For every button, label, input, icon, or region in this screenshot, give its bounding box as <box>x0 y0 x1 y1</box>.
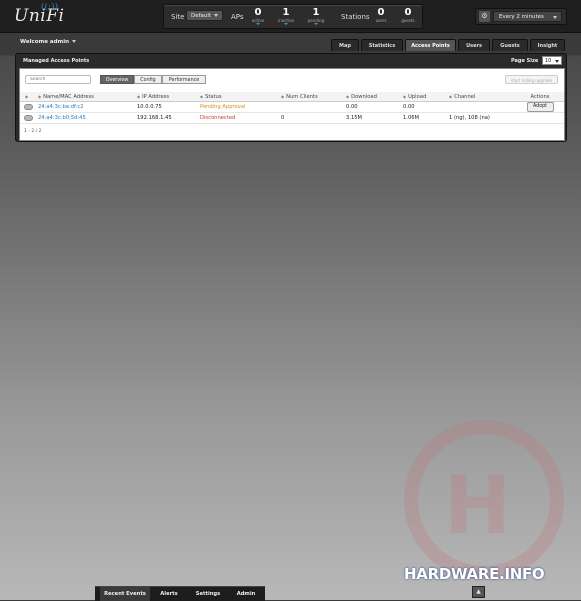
sort-icon: ◆ <box>449 93 453 99</box>
site-label: Site <box>171 13 185 21</box>
tab-recent-events[interactable]: Recent Events <box>100 587 150 601</box>
start-rolling-upgrade-button[interactable]: start rolling upgrade <box>505 75 558 84</box>
tab-admin[interactable]: Admin <box>230 587 262 601</box>
ap-channel <box>449 101 516 113</box>
ap-download: 3.15M <box>346 112 403 124</box>
access-point-icon <box>24 103 33 110</box>
managed-access-points-panel: Managed Access Points Page Size 10 Overv… <box>15 53 567 142</box>
watermark-logo: H <box>404 420 564 580</box>
column-header-name[interactable]: ◆ Name/MAC Address <box>38 92 137 102</box>
search-input[interactable] <box>25 75 91 84</box>
watermark-letter: H <box>444 459 511 552</box>
sort-icon: ◆ <box>25 93 29 99</box>
ap-actions <box>516 112 564 124</box>
tab-map[interactable]: Map <box>331 39 359 51</box>
ap-clients <box>281 101 346 113</box>
aps-pending[interactable]: 1 pending <box>303 7 329 25</box>
aps-active[interactable]: 0 active <box>245 7 271 25</box>
sort-icon: ◆ <box>200 93 204 99</box>
tab-statistics[interactable]: Statistics <box>361 39 403 51</box>
tab-settings[interactable]: Settings <box>188 587 228 601</box>
chevron-down-icon <box>214 14 219 17</box>
ap-upload: 0.00 <box>403 101 449 113</box>
ap-clients: 0 <box>281 112 346 124</box>
column-header-channel[interactable]: ◆ Channel <box>449 92 516 102</box>
ap-table-container: Overview Config Performance start rollin… <box>19 68 565 141</box>
ap-channel: 1 (ng), 108 (na) <box>449 112 516 124</box>
gear-icon[interactable]: ⚙ <box>479 11 490 22</box>
tab-performance[interactable]: Performance <box>162 75 206 84</box>
table-row[interactable]: 24:a4:3c:b0:5d:45 192.168.1.45 Disconnec… <box>20 112 564 124</box>
status-badge: Disconnected <box>200 115 236 121</box>
ap-name-link[interactable]: 24:a4:3c:b0:5d:45 <box>38 115 86 121</box>
column-header-ip[interactable]: ◆ IP Address <box>137 92 200 102</box>
expand-up-icon[interactable]: ▲ <box>472 586 485 598</box>
column-header-status[interactable]: ◆ Status <box>200 92 281 102</box>
column-header-num-clients[interactable]: ◆ Num Clients <box>281 92 346 102</box>
table-header: ◆ ◆ Name/MAC Address ◆ IP Address ◆ Status … <box>20 92 564 102</box>
tab-alerts[interactable]: Alerts <box>152 587 186 601</box>
aps-label: APs <box>231 13 244 21</box>
ap-table: ◆ ◆ Name/MAC Address ◆ IP Address ◆ Status … <box>20 92 564 124</box>
aps-inactive[interactable]: 1 inactive <box>273 7 299 25</box>
refresh-control: ⚙ Every 2 minutes <box>475 8 567 25</box>
stations-guests[interactable]: 0 guests <box>395 7 421 23</box>
ap-ip: 192.168.1.45 <box>137 112 200 124</box>
hardware-info-logo: HARDWARE.INFO <box>404 565 545 583</box>
top-bar: UniFi ((·)) Site Default APs 0 active 1 … <box>0 0 581 33</box>
stations-users[interactable]: 0 users <box>368 7 394 23</box>
ap-download: 0.00 <box>346 101 403 113</box>
refresh-interval-select[interactable]: Every 2 minutes <box>493 11 562 22</box>
ap-upload: 1.06M <box>403 112 449 124</box>
tab-config[interactable]: Config <box>134 75 162 84</box>
sort-icon: ◆ <box>403 93 407 99</box>
tab-users[interactable]: Users <box>458 39 490 51</box>
welcome-menu[interactable]: Welcome admin <box>20 39 77 45</box>
sort-icon: ◆ <box>346 93 350 99</box>
column-header-upload[interactable]: ◆ Upload <box>403 92 449 102</box>
chevron-down-icon <box>72 40 77 43</box>
wifi-icon: ((·)) <box>41 2 59 11</box>
tab-access-points[interactable]: Access Points <box>405 39 456 51</box>
site-select[interactable]: Default <box>186 10 223 21</box>
column-header-icon[interactable]: ◆ <box>20 92 38 102</box>
status-badge: Pending Approval <box>200 104 246 110</box>
tab-overview[interactable]: Overview <box>100 75 134 84</box>
chevron-down-icon <box>555 60 559 63</box>
status-summary: Site Default APs 0 active 1 inactive 1 p… <box>163 4 423 29</box>
access-point-icon <box>24 114 33 121</box>
stations-label: Stations <box>341 13 370 21</box>
adopt-button[interactable]: Adopt <box>526 102 554 112</box>
dropdown-icon <box>314 23 318 25</box>
tab-insight[interactable]: Insight <box>530 39 565 51</box>
ap-name-link[interactable]: 24:a4:3c:ba:df:c2 <box>38 104 84 110</box>
unifi-logo: UniFi ((·)) <box>14 2 65 26</box>
dropdown-icon <box>284 23 288 25</box>
sort-icon: ◆ <box>137 93 141 99</box>
page-size: Page Size 10 <box>511 56 562 65</box>
sort-icon: ◆ <box>38 93 42 99</box>
column-header-download[interactable]: ◆ Download <box>346 92 403 102</box>
panel-title: Managed Access Points <box>23 58 90 64</box>
ap-ip: 10.0.0.75 <box>137 101 200 113</box>
pagination-info: 1 - 2 / 2 <box>24 129 42 134</box>
tab-guests[interactable]: Guests <box>492 39 528 51</box>
column-header-actions: Actions <box>516 92 564 102</box>
table-row[interactable]: 24:a4:3c:ba:df:c2 10.0.0.75 Pending Appr… <box>20 101 564 113</box>
page-size-select[interactable]: 10 <box>542 56 562 65</box>
bottom-bar: Recent Events Alerts Settings Admin <box>95 586 265 601</box>
dropdown-icon <box>256 23 260 25</box>
chevron-down-icon <box>553 16 557 19</box>
sort-icon: ◆ <box>281 93 285 99</box>
